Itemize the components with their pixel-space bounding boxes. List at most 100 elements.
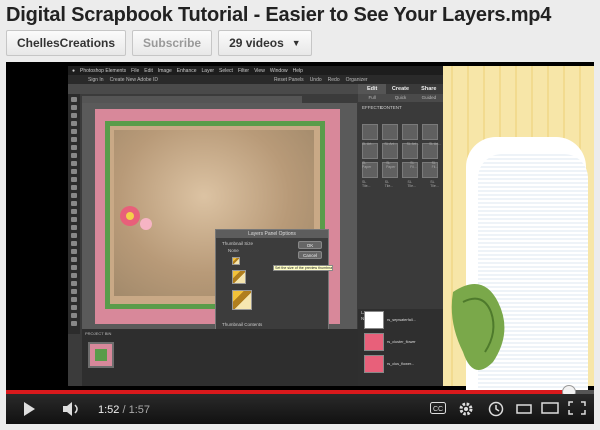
none-option[interactable]: None — [228, 248, 239, 253]
layer-row[interactable]: rs_clus_flower... — [364, 353, 439, 374]
tab-share[interactable]: Share — [415, 84, 443, 94]
menu-item: Layer — [201, 67, 215, 74]
tab-edit[interactable]: Edit — [358, 84, 387, 94]
fx-label-row: SL Art... SL Art... SL Art... SL Art... — [362, 142, 441, 146]
menu-item: Image — [157, 67, 172, 74]
fx-label: SL Tile... — [407, 180, 416, 188]
time-separator: / — [122, 404, 126, 416]
effect-thumb[interactable] — [422, 124, 438, 140]
videos-dropdown[interactable]: 29 videos ▼ — [218, 30, 312, 56]
ok-button[interactable]: OK — [298, 241, 322, 249]
apple-icon: ● — [72, 67, 76, 74]
fx-label: SL Fil... — [410, 161, 417, 169]
current-time: 1:52 — [98, 404, 120, 416]
fx-label: SL Art... — [406, 142, 419, 146]
layer-row[interactable]: rs_sepwaterfall... — [364, 309, 439, 330]
panel-subtabs: Full Quick Guided — [358, 94, 443, 102]
play-icon[interactable] — [22, 401, 36, 417]
control-bar — [6, 394, 594, 424]
menu-item: Window — [269, 67, 288, 74]
create-id-link: Create New Adobe ID — [109, 76, 158, 83]
fx-label: SL Tile... — [430, 180, 439, 188]
menu-item: Edit — [144, 67, 153, 74]
menu-item: File — [131, 67, 140, 74]
layer-name: rs_sepwaterfall... — [387, 317, 416, 322]
redo-label: Redo — [327, 76, 340, 83]
menu-item: Help — [292, 67, 303, 74]
fx-label-row: SL Tile... SL Tile... SL Tile... SL Tile... — [362, 180, 443, 188]
content-header: CONTENT — [380, 105, 402, 110]
effect-thumb[interactable] — [362, 124, 378, 140]
tab-guided[interactable]: Guided — [415, 94, 443, 102]
undo-label: Undo — [309, 76, 322, 83]
layer-thumb — [364, 332, 384, 351]
total-time: 1:57 — [128, 404, 151, 416]
small-player-icon[interactable] — [516, 401, 532, 415]
menu-item: Filter — [237, 67, 250, 74]
channel-row: ChellesCreations Subscribe 29 videos ▼ — [6, 30, 312, 58]
mac-menubar: ● Photoshop Elements File Edit Image Enh… — [68, 66, 443, 75]
toolbox — [68, 94, 80, 334]
fx-label: SL Art... — [384, 142, 397, 146]
large-player-icon[interactable] — [541, 401, 559, 415]
thumb-medium[interactable] — [232, 270, 246, 284]
panel-bin: Edit Create Share Full Quick Guided EFFE… — [358, 84, 443, 386]
volume-icon[interactable] — [62, 401, 82, 417]
layer-thumb — [364, 354, 384, 373]
effect-thumb[interactable] — [402, 124, 418, 140]
effects-grid — [362, 124, 440, 178]
cancel-button[interactable]: Cancel — [298, 251, 322, 259]
menu-item: Select — [219, 67, 233, 74]
fullscreen-icon[interactable] — [568, 401, 586, 415]
tool-options-bar — [68, 84, 358, 94]
gear-icon[interactable] — [458, 401, 474, 417]
sign-in-link: Sign In — [88, 76, 104, 83]
organizer-label: Organizer — [345, 76, 368, 83]
photoshop-window: ● Photoshop Elements File Edit Image Enh… — [68, 66, 443, 386]
video-player[interactable]: ● Photoshop Elements File Edit Image Enh… — [6, 62, 594, 424]
panel-tabs: Edit Create Share — [358, 84, 443, 94]
subscribe-button[interactable]: Subscribe — [132, 30, 213, 56]
video-frame[interactable]: ● Photoshop Elements File Edit Image Enh… — [6, 62, 594, 397]
project-bin-thumb[interactable] — [88, 342, 114, 368]
dialog-title: Layers Panel Options — [216, 230, 328, 238]
app-name: Photoshop Elements — [80, 67, 127, 74]
videos-dropdown-label: 29 videos — [229, 36, 284, 50]
menu-item: Enhance — [176, 67, 197, 74]
thumbnail-size-label: Thumbnail Size — [222, 241, 254, 246]
project-bin: PROJECT BIN — [82, 329, 358, 386]
tooltip: Set the size of the preview thumbnail — [273, 265, 333, 271]
captions-icon[interactable]: CC — [430, 401, 446, 415]
menu-item: View — [254, 67, 265, 74]
layer-thumb — [364, 310, 384, 329]
thumb-large[interactable] — [232, 290, 252, 310]
thumb-small[interactable] — [232, 257, 240, 265]
document-tab — [82, 96, 302, 103]
chevron-down-icon: ▼ — [291, 38, 301, 48]
layers-panel: LAYERS Normal rs_sepwaterfall... rs_clus… — [358, 309, 443, 386]
fx-label: SL Paper — [362, 161, 372, 169]
ps-header: Sign In Create New Adobe ID Reset Panels… — [68, 75, 443, 84]
fx-label: SL Art... — [428, 142, 442, 146]
layer-name: rs_clus_flower... — [387, 361, 415, 366]
tab-create[interactable]: Create — [386, 84, 414, 94]
fx-label-row: SL Paper SL Paper SL Fil... SL Fil... — [362, 161, 443, 169]
layer-row[interactable]: rs_cluster_flower — [364, 331, 439, 352]
fx-label: SL Art... — [362, 142, 375, 146]
svg-text:CC: CC — [433, 406, 443, 413]
reset-panels: Reset Panels — [273, 76, 304, 83]
tab-quick[interactable]: Quick — [386, 94, 414, 102]
project-bin-label: PROJECT BIN — [85, 331, 112, 336]
fx-label: SL Tile... — [362, 180, 371, 188]
thumbnail-contents-label: Thumbnail Contents — [222, 322, 263, 327]
fx-label: SL Tile... — [384, 180, 394, 188]
leaf-embellishment — [451, 284, 505, 370]
video-title: Digital Scrapbook Tutorial - Easier to S… — [6, 4, 552, 26]
time-display: 1:52 / 1:57 — [98, 404, 150, 416]
layer-name: rs_cluster_flower — [387, 339, 416, 344]
watch-later-icon[interactable] — [488, 401, 504, 417]
fx-label: SL Paper — [386, 161, 396, 169]
tab-full[interactable]: Full — [358, 94, 386, 102]
channel-button[interactable]: ChellesCreations — [6, 30, 127, 56]
effect-thumb[interactable] — [382, 124, 398, 140]
